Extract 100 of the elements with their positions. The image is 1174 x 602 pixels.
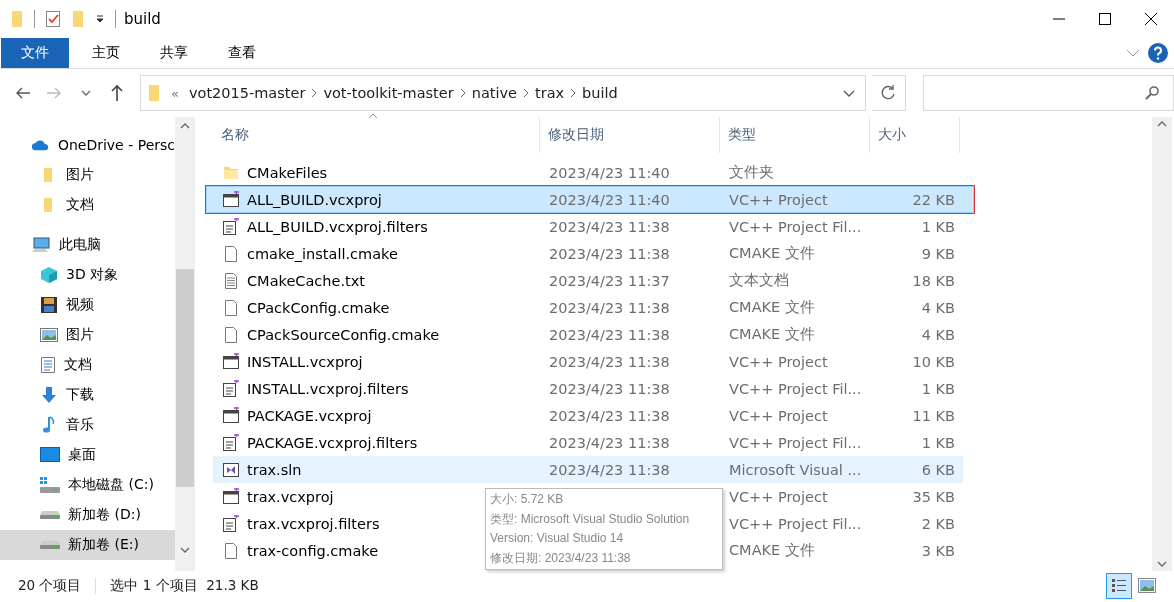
column-header[interactable]: 大小 bbox=[870, 117, 960, 153]
sidebar-item[interactable]: OneDrive - Persc bbox=[0, 130, 175, 160]
date-cell-text: 2023/4/23 11:38 bbox=[548, 461, 671, 478]
tooltip-line: Version: Visual Studio 14 bbox=[490, 530, 625, 547]
folder-icon bbox=[10, 9, 24, 29]
large-icons-view-icon bbox=[1138, 578, 1156, 594]
date-cell-text: 2023/4/23 11:38 bbox=[548, 326, 671, 343]
file-name[interactable]: PACKAGE.vcxproj.filters bbox=[247, 434, 418, 451]
type-cell-text: VC++ Project Fil... bbox=[728, 434, 863, 451]
sidebar-item[interactable]: 图片 bbox=[0, 320, 175, 350]
column-header[interactable]: 修改日期 bbox=[540, 117, 720, 153]
type-cell-text: VC++ Project bbox=[728, 488, 829, 505]
type-cell-text: Microsoft Visual ... bbox=[728, 461, 863, 478]
file-name[interactable]: trax.vcxproj bbox=[247, 488, 334, 505]
file-name[interactable]: cmake_install.cmake bbox=[247, 245, 398, 262]
filters-file-icon bbox=[222, 433, 240, 452]
date-cell-text: 2023/4/23 11:38 bbox=[548, 407, 671, 424]
type-cell-text: VC++ Project Fil... bbox=[728, 380, 863, 397]
size-cell-text: 3 KB bbox=[920, 542, 956, 559]
size-cell-text: 1 KB bbox=[920, 434, 956, 451]
file-name[interactable]: ALL_BUILD.vcxproj.filters bbox=[247, 218, 428, 235]
file-name[interactable]: trax.vcxproj.filters bbox=[247, 515, 380, 532]
project-file-icon bbox=[222, 487, 240, 506]
size-cell-text: 1 KB bbox=[920, 380, 956, 397]
sidebar-item[interactable]: 图片 bbox=[0, 160, 175, 190]
sidebar-item[interactable]: 下载 bbox=[0, 380, 175, 410]
tooltip-line: 修改日期: 2023/4/23 11:38 bbox=[490, 549, 632, 567]
size-cell-text: 10 KB bbox=[911, 353, 956, 370]
ribbon-tab[interactable]: 共享 bbox=[143, 38, 205, 68]
window-title: build bbox=[124, 10, 161, 28]
file-row[interactable]: trax.sln 2023/4/23 11:38 Microsoft Visual ... 6 KB bbox=[213, 456, 963, 483]
breadcrumb[interactable]: trax bbox=[535, 85, 565, 101]
type-cell-text: VC++ Project bbox=[728, 407, 829, 424]
maximize-icon bbox=[1099, 13, 1111, 25]
sidebar-item[interactable]: 此电脑 bbox=[0, 230, 175, 260]
sidebar-item[interactable]: 音乐 bbox=[0, 410, 175, 440]
breadcrumb[interactable]: vot2015-master bbox=[188, 85, 306, 101]
date-cell-text: 2023/4/23 11:37 bbox=[548, 272, 671, 289]
refresh-button[interactable] bbox=[872, 75, 906, 111]
sidebar-item[interactable]: 文档 bbox=[0, 350, 175, 380]
file-name[interactable]: ALL_BUILD.vcxproj bbox=[247, 191, 382, 208]
column-header[interactable]: 类型 bbox=[720, 117, 870, 153]
system-drive-icon bbox=[40, 477, 60, 493]
size-cell-text: 2 KB bbox=[920, 515, 956, 532]
up-arrow-icon bbox=[110, 84, 125, 102]
tooltip-line: 类型: Microsoft Visual Studio Solution bbox=[490, 510, 691, 528]
dropdown-arrow-icon bbox=[95, 14, 105, 24]
selection-info: 选中 1 个项目 21.3 KB bbox=[110, 577, 259, 595]
sidebar-item[interactable]: 文档 bbox=[0, 190, 175, 220]
view-button[interactable] bbox=[1106, 573, 1132, 599]
sidebar-item[interactable]: 本地磁盘 (C:) bbox=[0, 470, 175, 500]
file-row[interactable]: ALL_BUILD.vcxproj 2023/4/23 11:40 VC++ Project 22 KB bbox=[206, 186, 974, 213]
sort-ascending-icon bbox=[368, 113, 378, 119]
breadcrumb-separator-icon bbox=[523, 88, 529, 98]
chevron-down-icon bbox=[843, 90, 856, 98]
desktop-icon bbox=[40, 447, 60, 463]
date-cell-text: 2023/4/23 11:38 bbox=[548, 434, 671, 451]
sidebar-item[interactable]: 新加卷 (E:) bbox=[0, 530, 175, 560]
sidebar-item[interactable]: 新加卷 (D:) bbox=[0, 500, 175, 530]
file-name[interactable]: trax.sln bbox=[247, 461, 302, 478]
breadcrumb[interactable]: vot-toolkit-master bbox=[323, 85, 454, 101]
folder-icon bbox=[147, 83, 161, 103]
breadcrumb[interactable]: build bbox=[582, 85, 618, 101]
scrollbar[interactable] bbox=[175, 117, 195, 571]
type-cell-text: CMAKE 文件 bbox=[728, 325, 816, 344]
scroll-down-icon bbox=[1157, 561, 1167, 567]
type-cell-text: 文本文档 bbox=[728, 271, 790, 290]
type-cell-text: VC++ Project bbox=[728, 353, 829, 370]
project-file-icon bbox=[222, 406, 240, 425]
file-name[interactable]: trax-config.cmake bbox=[247, 542, 379, 559]
date-cell-text: 2023/4/23 11:40 bbox=[548, 164, 671, 181]
column-header[interactable]: 名称 bbox=[213, 117, 540, 153]
file-name[interactable]: INSTALL.vcxproj.filters bbox=[247, 380, 409, 397]
ribbon-tab[interactable]: 查看 bbox=[211, 38, 273, 68]
project-file-icon bbox=[222, 352, 240, 371]
size-cell-text: 4 KB bbox=[920, 299, 956, 316]
document-icon bbox=[222, 244, 240, 263]
date-cell-text: 2023/4/23 11:38 bbox=[548, 353, 671, 370]
size-cell-text: 35 KB bbox=[911, 488, 956, 505]
file-name[interactable]: CPackConfig.cmake bbox=[247, 299, 390, 316]
document-icon bbox=[40, 356, 56, 374]
address-bar[interactable]: « vot2015-master vot-toolkit-master native trax build bbox=[140, 75, 867, 111]
size-cell-text: 1 KB bbox=[920, 218, 956, 235]
scrollbar[interactable] bbox=[1152, 117, 1172, 571]
sidebar-item[interactable]: 3D 对象 bbox=[0, 260, 175, 290]
file-name[interactable]: CMakeCache.txt bbox=[247, 272, 365, 289]
sidebar-item[interactable]: 桌面 bbox=[0, 440, 175, 470]
properties-icon bbox=[45, 10, 61, 28]
breadcrumb[interactable]: native bbox=[471, 85, 517, 101]
file-name[interactable]: CMakeFiles bbox=[247, 164, 328, 181]
size-cell-text: 6 KB bbox=[920, 461, 956, 478]
file-name[interactable]: INSTALL.vcxproj bbox=[247, 353, 363, 370]
overflow-chevron[interactable]: « bbox=[171, 85, 179, 101]
scroll-up-icon bbox=[1157, 121, 1167, 127]
search-field[interactable] bbox=[922, 75, 1174, 111]
file-name[interactable]: PACKAGE.vcxproj bbox=[247, 407, 372, 424]
sidebar-item[interactable]: 视频 bbox=[0, 290, 175, 320]
file-name[interactable]: CPackSourceConfig.cmake bbox=[247, 326, 440, 343]
ribbon-tab[interactable]: 主页 bbox=[75, 38, 137, 68]
ribbon-tab[interactable]: 文件 bbox=[1, 38, 69, 68]
